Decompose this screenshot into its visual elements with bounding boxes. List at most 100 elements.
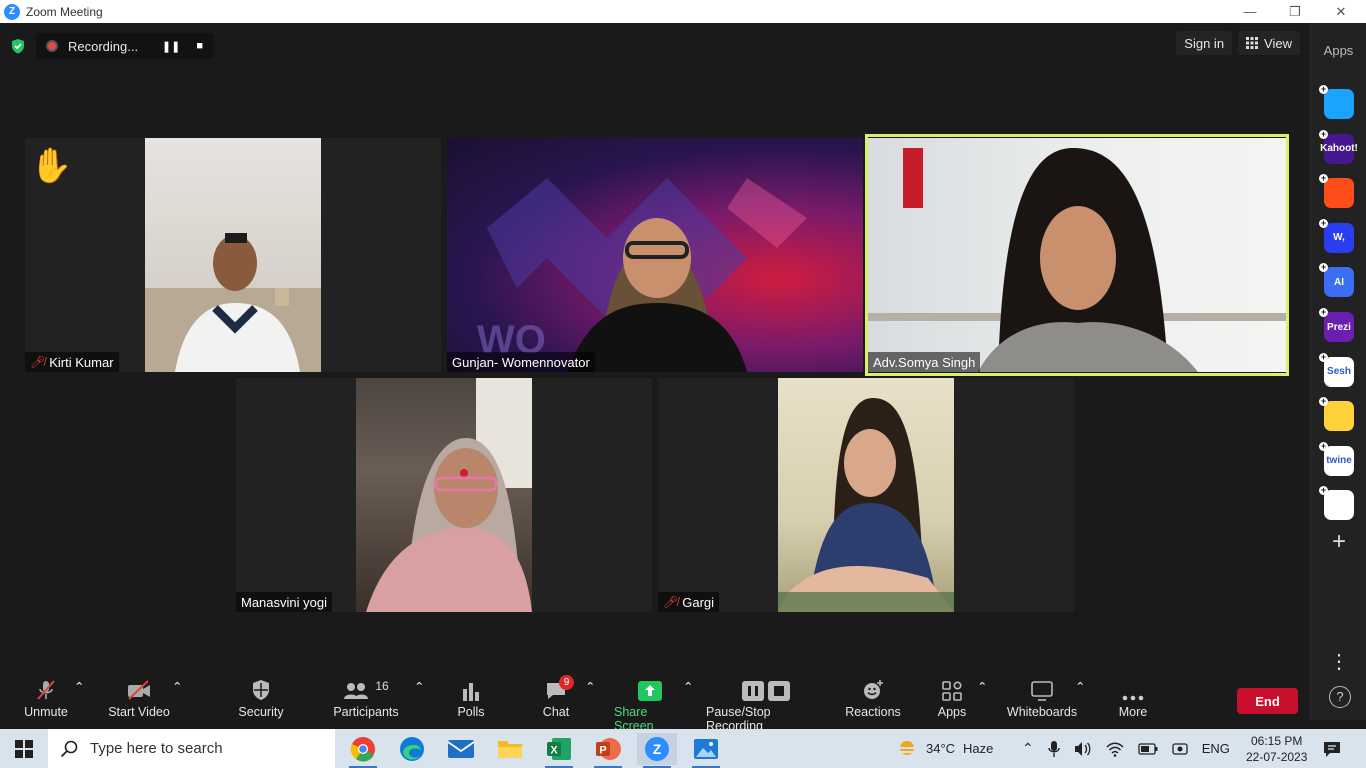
taskbar-file-explorer[interactable] [490, 733, 530, 765]
taskbar-zoom[interactable]: Z [637, 733, 677, 768]
add-app-button[interactable]: + [1324, 528, 1354, 558]
participant-name-bar: Manasvini yogi [236, 592, 332, 612]
wifi-icon[interactable] [1106, 741, 1124, 757]
whiteboards-button[interactable]: Whiteboards [1006, 679, 1078, 719]
app-twine-icon[interactable]: twine [1324, 445, 1354, 476]
security-button[interactable]: Security [236, 679, 286, 719]
window-title: Zoom Meeting [26, 4, 103, 19]
taskbar-clock[interactable]: 06:15 PM 22-07-2023 [1246, 729, 1307, 768]
app-add-badge-icon: + [1319, 307, 1328, 317]
pause-stop-recording-button[interactable]: Pause/Stop Recording [706, 679, 826, 733]
video-tile-kirti-kumar[interactable]: 🎤︎̸ Kirti Kumar [25, 138, 441, 372]
encryption-shield-icon[interactable] [10, 38, 26, 54]
meeting-topbar-left: Recording... ❚❚ ■ [10, 33, 213, 59]
participant-video [145, 138, 321, 372]
taskbar-photos[interactable] [686, 733, 726, 768]
app-add-badge-icon: + [1319, 351, 1328, 362]
notification-center-button[interactable] [1322, 729, 1342, 768]
svg-text:Z: Z [653, 741, 662, 757]
chat-label: Chat [542, 705, 570, 719]
participants-label: Participants [333, 705, 399, 719]
video-tile-gargi[interactable]: 🎤︎̸ Gargi [658, 378, 1074, 612]
apps-button[interactable]: Apps [936, 679, 968, 719]
sign-in-button[interactable]: Sign in [1176, 31, 1233, 55]
app-apps-grid-icon[interactable] [1324, 490, 1354, 521]
search-placeholder: Type here to search [90, 740, 223, 757]
apps-icon [942, 681, 962, 701]
app-add-badge-icon: + [1319, 440, 1328, 451]
video-tile-gunjan[interactable]: WO Gunjan- Womennovator [447, 138, 863, 372]
polls-button[interactable]: Polls [455, 679, 487, 719]
meeting-topbar-right: Sign in View [1176, 31, 1300, 55]
close-button[interactable]: ✕ [1318, 0, 1364, 23]
app-sesh-icon[interactable]: Sesh [1324, 356, 1354, 387]
clock-time: 06:15 PM [1251, 733, 1303, 748]
app-wooclap-icon[interactable]: W, [1324, 222, 1354, 253]
pause-icon [742, 681, 764, 701]
taskbar-edge[interactable] [392, 733, 432, 765]
participants-count: 16 [375, 679, 389, 693]
meet-now-icon[interactable] [1172, 741, 1188, 757]
video-options-caret[interactable]: ⌃ [172, 679, 182, 694]
help-icon[interactable]: ? [1329, 686, 1351, 708]
pause-recording-icon[interactable]: ❚❚ [162, 40, 180, 53]
meeting-controls-toolbar: Unmute ⌃ Start Video ⌃ Security 16 Parti… [0, 673, 1310, 733]
share-options-caret[interactable]: ⌃ [683, 679, 693, 694]
recording-indicator: Recording... ❚❚ ■ [36, 33, 213, 59]
taskbar-search-box[interactable]: Type here to search [48, 729, 335, 768]
chat-button[interactable]: 9 Chat [542, 675, 574, 719]
reactions-button[interactable]: Reactions [845, 679, 901, 719]
volume-icon[interactable] [1074, 741, 1092, 757]
taskbar-chrome[interactable] [343, 733, 383, 768]
microphone-icon[interactable] [1048, 740, 1060, 758]
view-button[interactable]: View [1238, 31, 1300, 55]
share-screen-button[interactable]: Share Screen [614, 679, 686, 733]
app-emoji-app-icon[interactable] [1324, 401, 1354, 432]
more-options-icon[interactable]: ⋮ [1324, 649, 1354, 675]
unmute-button[interactable]: Unmute [22, 679, 70, 719]
taskbar-powerpoint[interactable]: P [588, 733, 628, 768]
app-kahoot-icon[interactable]: Kahoot! [1320, 133, 1358, 164]
language-indicator[interactable]: ENG [1202, 741, 1230, 756]
chat-options-caret[interactable]: ⌃ [585, 679, 595, 694]
app-prezi-icon[interactable]: Prezi [1324, 312, 1354, 342]
weather-description: Haze [963, 741, 994, 756]
mail-icon [447, 740, 475, 758]
video-tile-manasvini-yogi[interactable]: Manasvini yogi [236, 378, 652, 612]
apps-options-caret[interactable]: ⌃ [977, 679, 987, 694]
taskbar-excel[interactable]: X [539, 733, 579, 768]
powerpoint-icon: P [596, 738, 621, 760]
participant-video [356, 378, 532, 612]
audio-options-caret[interactable]: ⌃ [74, 679, 84, 694]
start-video-button[interactable]: Start Video [106, 679, 172, 719]
more-button[interactable]: More [1116, 679, 1150, 719]
show-hidden-icons-chevron-icon[interactable]: ⌃ [1022, 740, 1034, 757]
battery-icon[interactable] [1138, 742, 1158, 755]
video-off-icon [128, 680, 150, 700]
app-pitch-icon[interactable] [1324, 89, 1354, 119]
end-meeting-button[interactable]: End [1237, 688, 1298, 714]
video-tile-somya-singh[interactable]: Adv.Somya Singh [868, 138, 1286, 372]
stop-recording-icon[interactable]: ■ [196, 40, 203, 53]
whiteboards-options-caret[interactable]: ⌃ [1075, 679, 1085, 694]
windows-logo-icon [15, 739, 33, 758]
participant-name: Gargi [682, 594, 715, 610]
minimize-button[interactable]: — [1227, 0, 1273, 23]
start-button[interactable] [0, 729, 48, 768]
participant-name-bar: Adv.Somya Singh [868, 352, 981, 372]
taskbar-mail[interactable] [441, 733, 481, 765]
participants-options-caret[interactable]: ⌃ [414, 679, 424, 694]
app-boardmix-icon[interactable] [1324, 178, 1354, 209]
app-ai-app-icon[interactable]: AI [1324, 267, 1354, 298]
participant-name: Kirti Kumar [49, 354, 114, 370]
edge-icon [400, 737, 424, 761]
restore-button[interactable]: ❐ [1272, 0, 1318, 23]
view-label: View [1264, 35, 1292, 51]
weather-widget[interactable]: 34°C Haze [896, 729, 993, 768]
participants-icon [344, 683, 369, 699]
weather-temperature: 34°C [926, 741, 956, 756]
participant-name-bar: 🎤︎̸ Kirti Kumar [25, 352, 119, 372]
participants-button[interactable]: 16 Participants [333, 679, 399, 719]
security-shield-icon [253, 680, 269, 700]
participant-name: Gunjan- Womennovator [452, 354, 590, 370]
